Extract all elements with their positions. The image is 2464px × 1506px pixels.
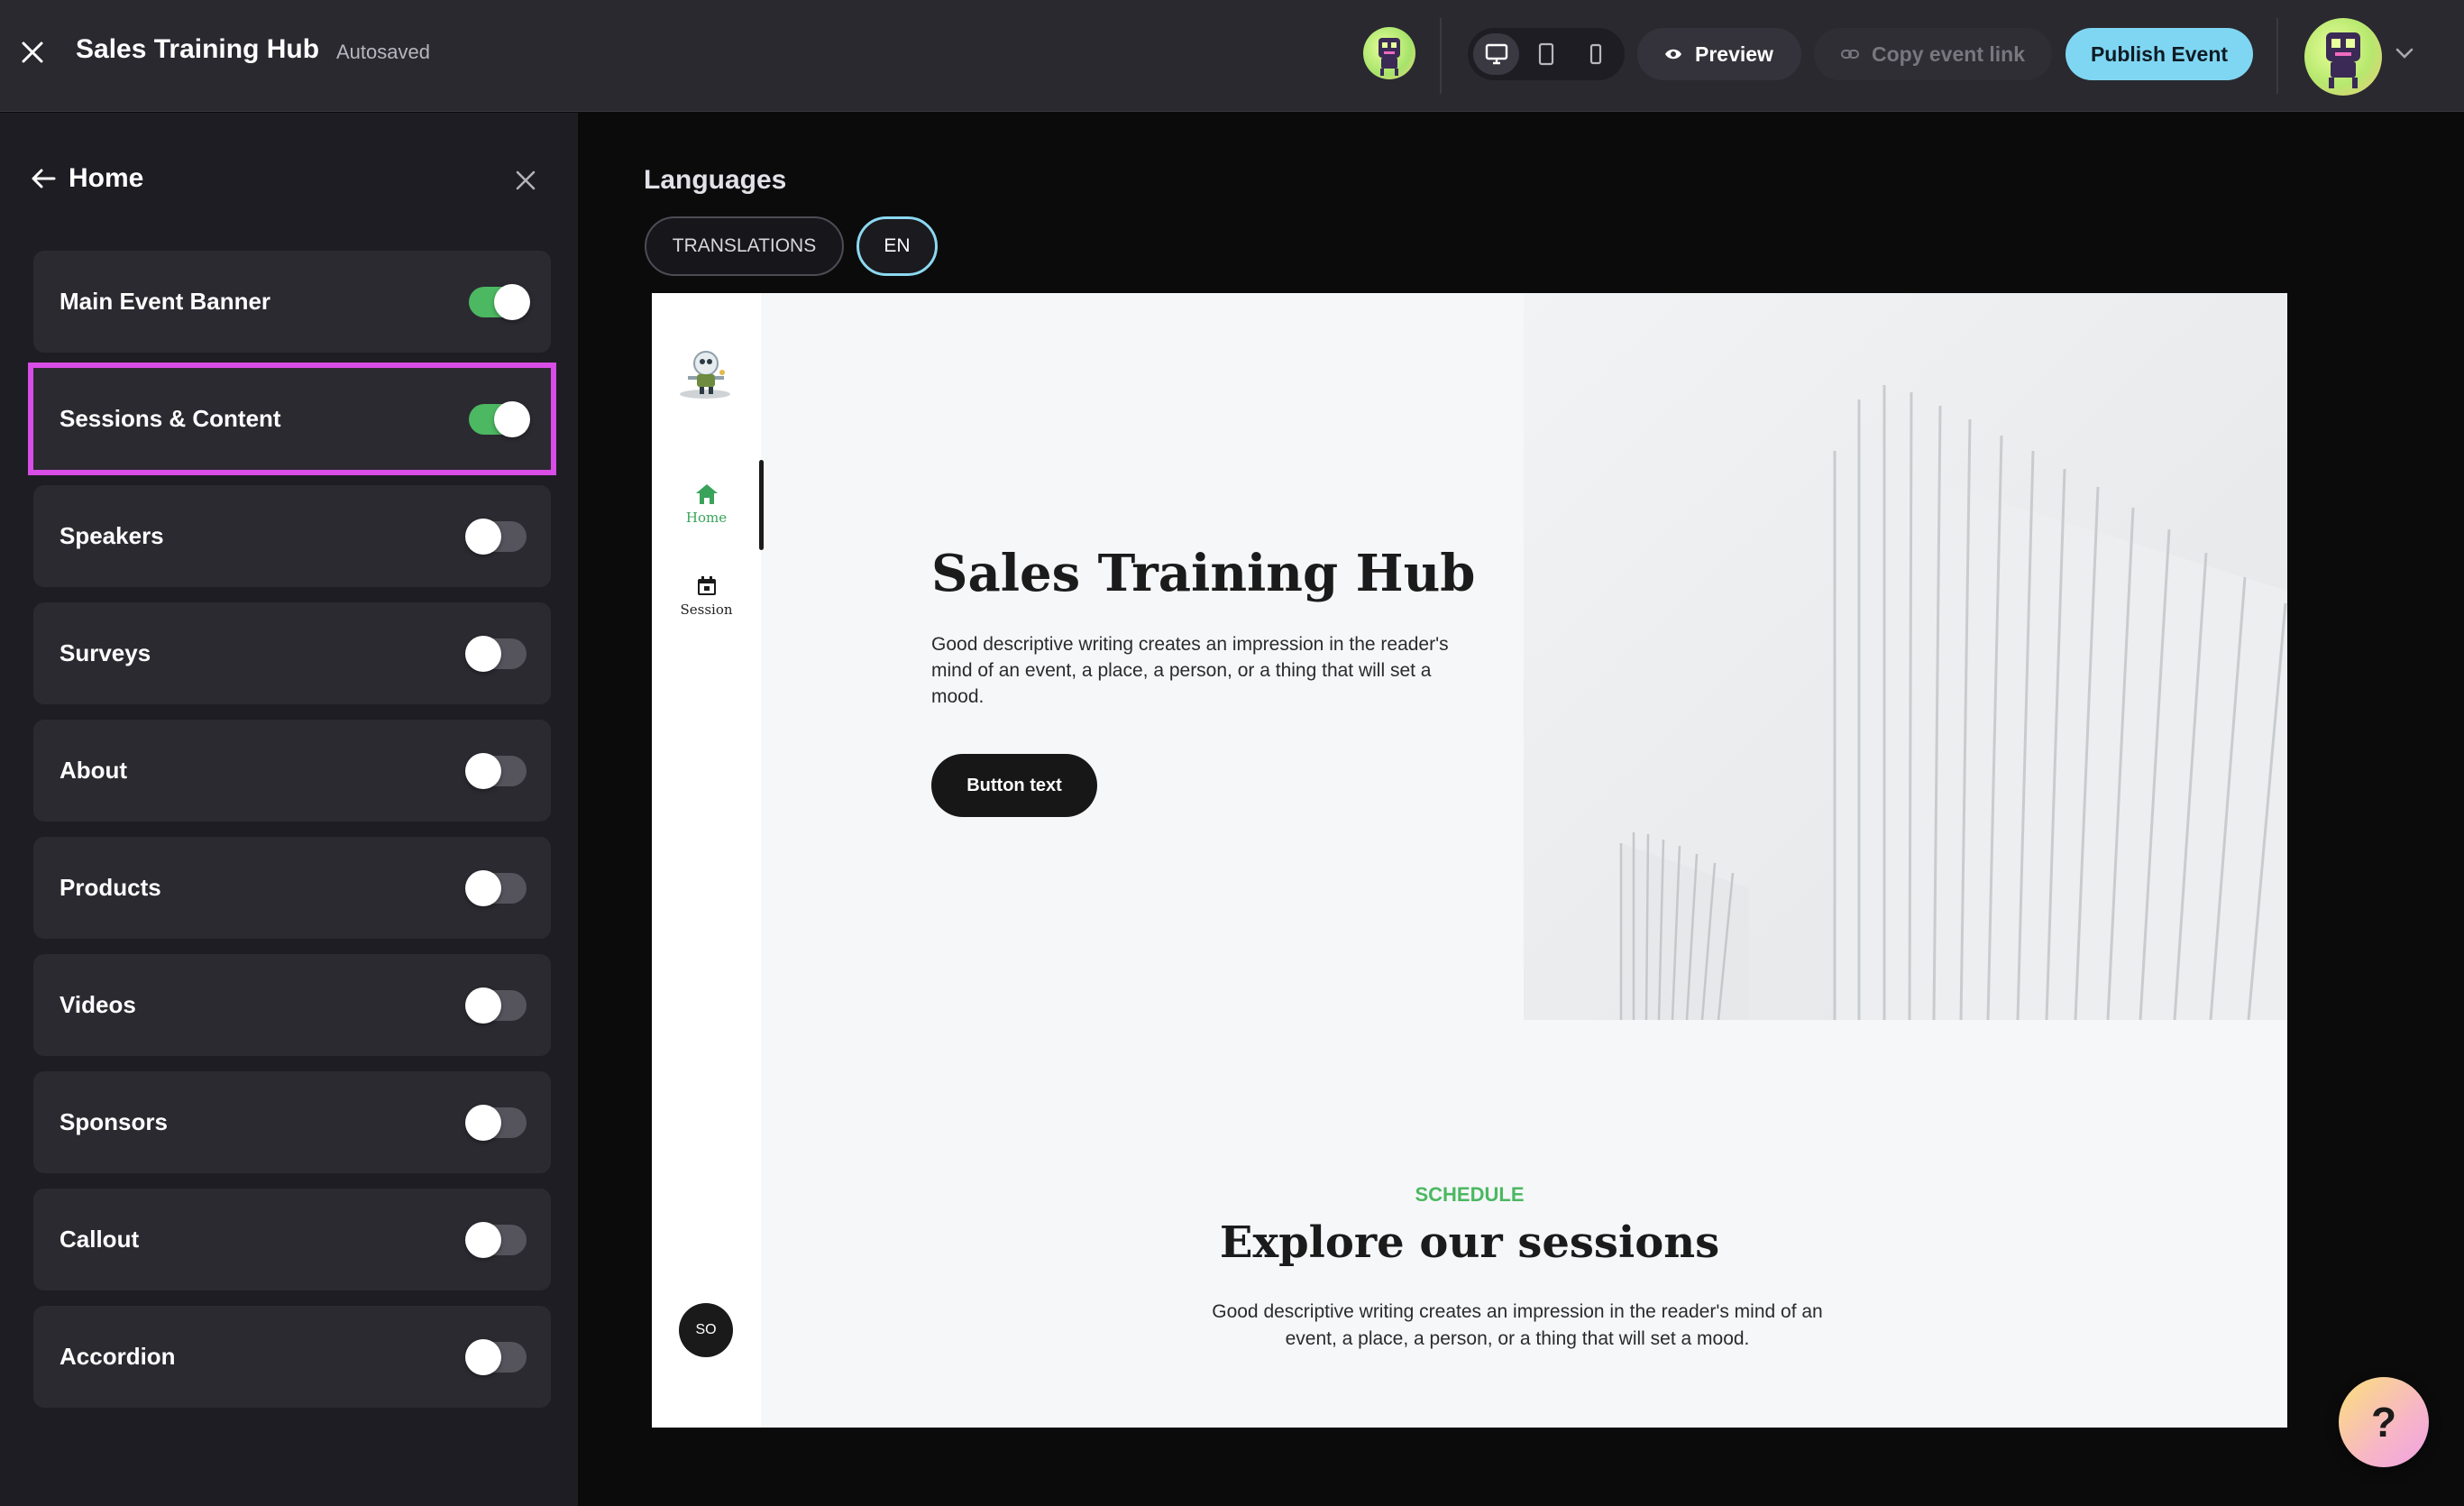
section-label: Callout bbox=[60, 1226, 140, 1253]
section-label: Accordion bbox=[60, 1343, 176, 1370]
architecture-image bbox=[1524, 293, 2287, 1020]
robot-avatar-icon bbox=[2326, 32, 2360, 88]
toggle-knob bbox=[465, 870, 501, 906]
editor-main: Languages TRANSLATIONS EN Home Session S… bbox=[579, 113, 2464, 1506]
close-icon bbox=[516, 170, 536, 190]
section-item-accordion[interactable]: Accordion bbox=[33, 1306, 551, 1408]
toggle-knob bbox=[465, 1105, 501, 1141]
hero-cta-button[interactable]: Button text bbox=[931, 754, 1097, 817]
event-logo bbox=[670, 336, 740, 407]
toggle-knob bbox=[465, 987, 501, 1024]
hero-description: Good descriptive writing creates an impr… bbox=[931, 634, 1449, 707]
preview-label: Preview bbox=[1695, 41, 1773, 66]
section-label: Surveys bbox=[60, 639, 151, 666]
event-title: Sales Training Hub bbox=[76, 34, 320, 64]
section-item-sponsors[interactable]: Sponsors bbox=[33, 1071, 551, 1173]
toggle-knob bbox=[465, 636, 501, 672]
user-avatar[interactable] bbox=[2304, 18, 2382, 96]
copy-event-link-label: Copy event link bbox=[1872, 41, 2025, 66]
section-label: About bbox=[60, 757, 128, 784]
toggle-knob bbox=[465, 1339, 501, 1375]
divider bbox=[2276, 18, 2278, 94]
sections-sidebar: Home Main Event Banner Sessions & Conten… bbox=[0, 113, 578, 1506]
schedule-title: Explore our sessions bbox=[1219, 1217, 1720, 1268]
section-item-main-event-banner[interactable]: Main Event Banner bbox=[33, 251, 551, 353]
preview-nav-session-label: Session bbox=[680, 601, 733, 618]
page-preview-canvas: Home Session SO Sales Training Hub Good … bbox=[652, 293, 2287, 1428]
section-item-speakers[interactable]: Speakers bbox=[33, 485, 551, 587]
section-toggle[interactable] bbox=[465, 636, 527, 672]
language-en-button[interactable]: EN bbox=[856, 216, 938, 276]
chevron-down-icon bbox=[2395, 48, 2414, 59]
desktop-view-button[interactable] bbox=[1473, 33, 1520, 75]
toggle-knob bbox=[465, 753, 501, 789]
tablet-icon bbox=[1538, 42, 1554, 66]
close-icon bbox=[22, 41, 43, 63]
schedule-description: Good descriptive writing creates an impr… bbox=[1212, 1301, 1823, 1349]
translations-button[interactable]: TRANSLATIONS bbox=[645, 216, 844, 276]
mobile-view-button[interactable] bbox=[1573, 33, 1619, 75]
link-icon bbox=[1841, 50, 1859, 59]
device-switcher bbox=[1468, 28, 1625, 80]
section-item-sessions-content[interactable]: Sessions & Content bbox=[28, 363, 556, 475]
preview-nav-home-label: Home bbox=[685, 510, 728, 526]
section-list: Main Event Banner Sessions & Content Spe… bbox=[28, 251, 556, 1423]
section-item-products[interactable]: Products bbox=[33, 837, 551, 939]
toggle-knob bbox=[465, 1222, 501, 1258]
section-item-callout[interactable]: Callout bbox=[33, 1189, 551, 1290]
preview-button[interactable]: Preview bbox=[1637, 28, 1801, 80]
desktop-icon bbox=[1485, 43, 1507, 65]
arrow-left-icon bbox=[32, 169, 56, 188]
section-item-videos[interactable]: Videos bbox=[33, 954, 551, 1056]
back-to-home-button[interactable]: Home bbox=[31, 163, 143, 194]
robot-logo-icon bbox=[680, 351, 730, 399]
calendar-icon bbox=[697, 576, 716, 595]
section-label: Videos bbox=[60, 991, 136, 1018]
schedule-eyebrow: SCHEDULE bbox=[1415, 1183, 1525, 1206]
section-label: Products bbox=[60, 874, 161, 901]
collaborator-avatar[interactable] bbox=[1363, 27, 1415, 79]
preview-nav-session[interactable]: Session bbox=[652, 574, 761, 618]
hero-title: Sales Training Hub bbox=[931, 544, 1476, 603]
home-icon bbox=[695, 484, 718, 504]
section-toggle[interactable] bbox=[469, 284, 530, 320]
section-toggle[interactable] bbox=[469, 401, 530, 437]
toggle-knob bbox=[465, 519, 501, 555]
section-item-about[interactable]: About bbox=[33, 720, 551, 822]
section-toggle[interactable] bbox=[465, 1105, 527, 1141]
section-item-surveys[interactable]: Surveys bbox=[33, 602, 551, 704]
sidebar-title: Home bbox=[69, 163, 144, 193]
close-editor-button[interactable] bbox=[16, 36, 49, 69]
eye-icon bbox=[1665, 49, 1681, 60]
section-label: Main Event Banner bbox=[60, 288, 271, 315]
publish-event-label: Publish Event bbox=[2090, 41, 2229, 66]
autosave-status: Autosaved bbox=[336, 41, 430, 63]
section-toggle[interactable] bbox=[465, 519, 527, 555]
languages-title: Languages bbox=[644, 165, 787, 195]
close-sidebar-button[interactable] bbox=[510, 165, 541, 196]
section-label: Sponsors bbox=[60, 1108, 168, 1135]
preview-nav-home[interactable]: Home bbox=[652, 482, 761, 526]
copy-event-link-button[interactable]: Copy event link bbox=[1814, 28, 2052, 80]
preview-user-avatar[interactable]: SO bbox=[679, 1303, 733, 1357]
section-toggle[interactable] bbox=[465, 1339, 527, 1375]
hero-image bbox=[1524, 293, 2287, 1020]
help-button[interactable]: ? bbox=[2339, 1377, 2429, 1467]
section-label: Speakers bbox=[60, 522, 164, 549]
account-menu-button[interactable] bbox=[2395, 47, 2414, 64]
publish-event-button[interactable]: Publish Event bbox=[2066, 28, 2253, 80]
section-toggle[interactable] bbox=[465, 987, 527, 1024]
divider bbox=[1440, 18, 1442, 94]
section-toggle[interactable] bbox=[465, 1222, 527, 1258]
tablet-view-button[interactable] bbox=[1523, 33, 1569, 75]
robot-avatar-icon bbox=[1379, 38, 1400, 76]
section-toggle[interactable] bbox=[465, 753, 527, 789]
active-nav-indicator bbox=[759, 460, 764, 550]
mobile-icon bbox=[1590, 43, 1602, 65]
section-label: Sessions & Content bbox=[60, 405, 281, 432]
top-bar: Sales Training Hub Autosaved Preview Cop… bbox=[0, 0, 2464, 112]
toggle-knob bbox=[494, 284, 530, 320]
toggle-knob bbox=[494, 401, 530, 437]
section-toggle[interactable] bbox=[465, 870, 527, 906]
